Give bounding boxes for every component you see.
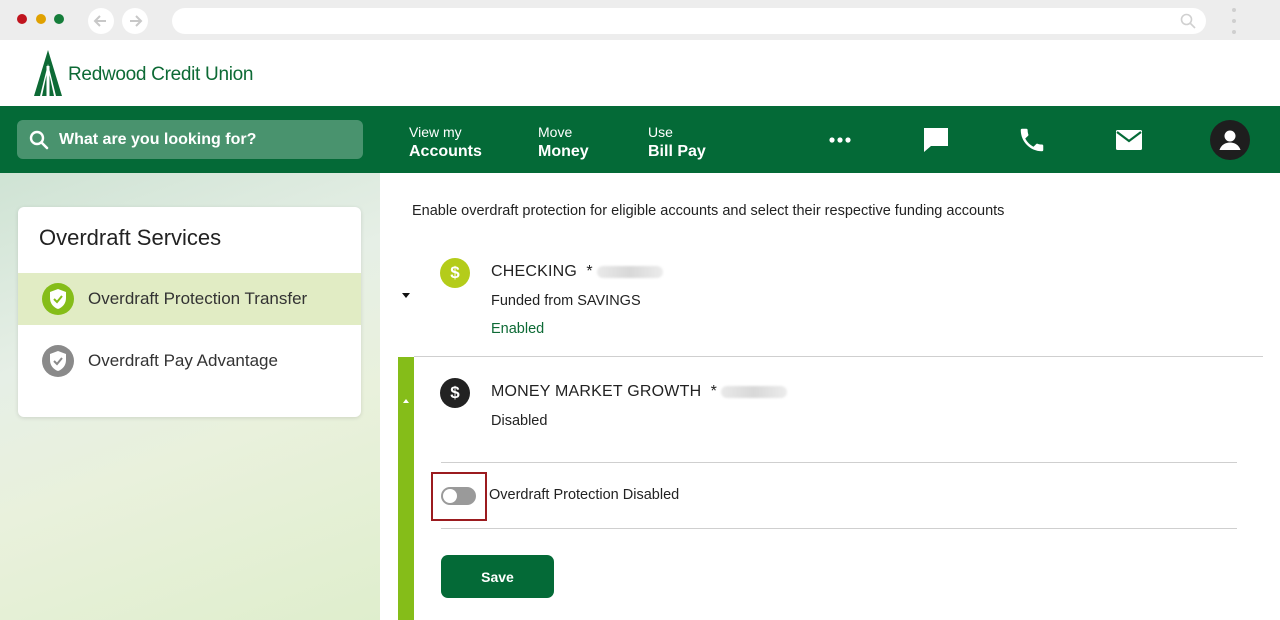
intro-text: Enable overdraft protection for eligible…	[412, 203, 1005, 219]
browser-menu-icon[interactable]	[1230, 8, 1238, 34]
nav-item-small-label: Move	[538, 124, 573, 140]
maximize-window-dot[interactable]	[54, 14, 64, 24]
close-window-dot[interactable]	[17, 14, 27, 24]
account-mask: *	[710, 383, 718, 400]
search-placeholder: What are you looking for?	[59, 130, 257, 148]
masked-account-number	[596, 265, 663, 278]
brand-logo[interactable]: Redwood Credit Union	[34, 50, 253, 96]
divider	[441, 462, 1237, 463]
account-mask: *	[586, 263, 593, 280]
shield-check-icon	[42, 283, 74, 315]
minimize-window-dot[interactable]	[36, 14, 46, 24]
save-button[interactable]: Save	[441, 555, 554, 598]
nav-item-large-label: Bill Pay	[648, 143, 706, 160]
status-badge: Enabled	[491, 321, 545, 337]
sidebar-item-overdraft-protection-transfer[interactable]: Overdraft Protection Transfer	[18, 273, 361, 325]
divider	[441, 528, 1237, 529]
sidebar-title: Overdraft Services	[39, 225, 222, 250]
nav-item-small-label: View my	[409, 124, 462, 140]
sidebar-item-label: Overdraft Pay Advantage	[88, 351, 278, 370]
dollar-icon: $	[440, 258, 470, 288]
dollar-icon: $	[440, 378, 470, 408]
account-name-checking[interactable]: CHECKING *	[491, 263, 663, 281]
collapse-caret-icon[interactable]	[403, 399, 409, 403]
nav-move-money[interactable]: Move Money	[538, 123, 589, 161]
browser-back-button[interactable]	[88, 8, 114, 34]
mail-icon[interactable]	[1114, 125, 1144, 155]
brand-name: Redwood Credit Union	[68, 64, 254, 85]
arrow-left-icon	[93, 15, 106, 27]
search-input[interactable]: What are you looking for?	[17, 120, 363, 159]
account-name-text: MONEY MARKET GROWTH	[491, 383, 702, 400]
divider	[414, 356, 1263, 357]
toggle-label: Overdraft Protection Disabled	[489, 487, 680, 503]
toggle-knob	[443, 489, 457, 503]
more-icon[interactable]	[829, 128, 851, 152]
nav-item-large-label: Accounts	[409, 143, 482, 160]
masked-account-number	[721, 385, 788, 398]
main-navbar: What are you looking for? View my Accoun…	[0, 106, 1280, 173]
status-badge: Disabled	[491, 413, 548, 429]
sidebar-item-label: Overdraft Protection Transfer	[88, 289, 308, 308]
site-header: Redwood Credit Union	[0, 40, 1280, 106]
overdraft-services-card: Overdraft Services Overdraft Protection …	[18, 207, 361, 417]
arrow-right-icon	[130, 15, 143, 27]
nav-item-large-label: Money	[538, 143, 589, 160]
profile-icon[interactable]	[1210, 120, 1250, 160]
address-bar[interactable]	[172, 8, 1206, 34]
browser-forward-button[interactable]	[122, 8, 148, 34]
browser-chrome	[0, 0, 1280, 40]
search-icon	[29, 130, 49, 149]
account-name-text: CHECKING	[491, 263, 578, 280]
nav-item-small-label: Use	[648, 124, 673, 140]
nav-bill-pay[interactable]: Use Bill Pay	[648, 123, 706, 161]
account-name-money-market[interactable]: MONEY MARKET GROWTH *	[491, 383, 788, 401]
redwood-tree-icon	[34, 50, 62, 96]
phone-icon[interactable]	[1017, 125, 1047, 155]
search-icon	[1180, 13, 1196, 29]
sidebar-item-overdraft-pay-advantage[interactable]: Overdraft Pay Advantage	[18, 335, 361, 387]
nav-view-accounts[interactable]: View my Accounts	[409, 123, 482, 161]
funding-source: Funded from SAVINGS	[491, 293, 641, 309]
expand-caret-icon[interactable]	[402, 293, 410, 298]
shield-check-icon	[42, 345, 74, 377]
chat-icon[interactable]	[921, 125, 951, 155]
overdraft-protection-toggle[interactable]	[441, 487, 476, 505]
expanded-indicator-bar	[398, 357, 414, 620]
